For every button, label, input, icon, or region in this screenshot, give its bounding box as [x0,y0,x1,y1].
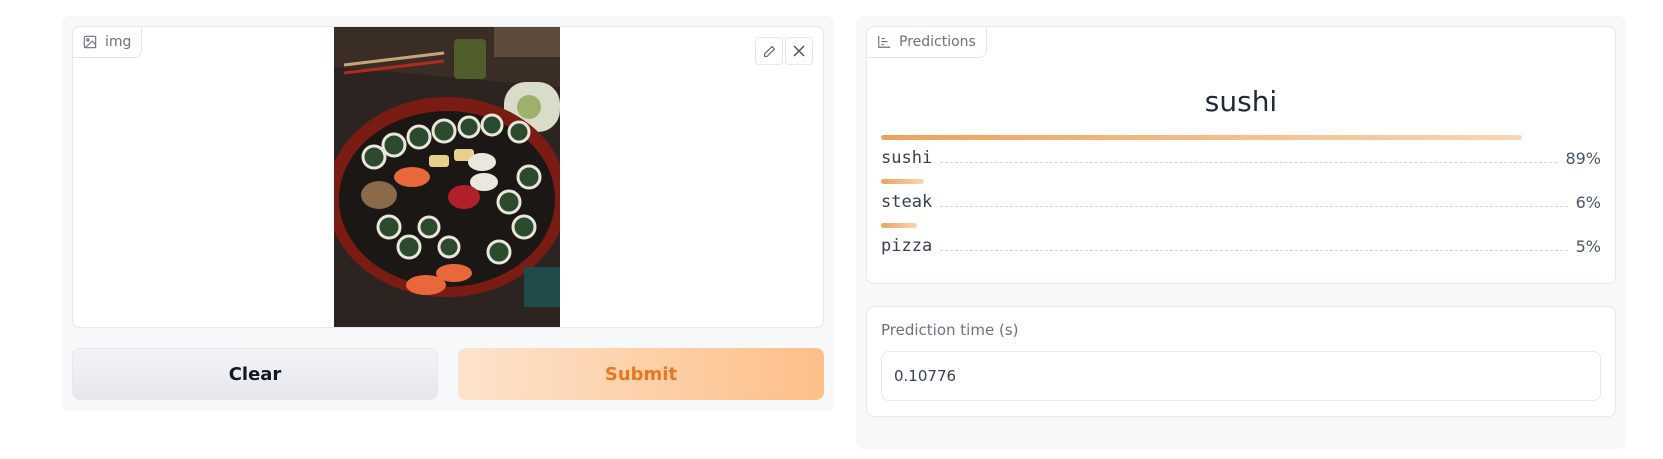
submit-button[interactable]: Submit [458,348,824,400]
confidence-percent: 6% [1575,193,1601,212]
clear-button[interactable]: Clear [72,348,438,400]
confidence-label: sushi [881,148,933,168]
image-input[interactable]: img [72,26,824,328]
predictions-card: Predictions sushi sushi 89% steak 6% piz… [866,26,1616,284]
top-prediction: sushi [1204,85,1278,118]
confidence-label: steak [881,192,933,212]
bar-chart-icon [878,35,891,48]
confidence-label: pizza [881,236,933,256]
predictions-tag: Predictions [866,26,987,58]
close-button[interactable] [785,37,813,65]
confidence-bar [881,135,1522,140]
confidence-item[interactable]: steak 6% [881,179,1601,212]
uploaded-image [334,27,560,327]
prediction-time-field[interactable]: 0.10776 [881,351,1601,401]
confidence-percent: 5% [1575,237,1601,256]
image-input-label: img [105,34,132,50]
confidence-item[interactable]: sushi 89% [881,135,1601,168]
prediction-time-card: Prediction time (s) 0.10776 [866,306,1616,417]
confidence-bar [881,179,925,184]
output-panel: Predictions sushi sushi 89% steak 6% piz… [856,16,1626,449]
image-icon [83,35,97,49]
prediction-time-label: Prediction time (s) [881,321,1019,339]
confidence-percent: 89% [1565,149,1601,168]
pencil-icon [763,45,775,57]
confidence-item[interactable]: pizza 5% [881,223,1601,256]
input-panel: img Clear Submit [62,16,834,411]
confidence-bar [881,223,917,228]
close-icon [793,45,805,57]
image-input-tag: img [73,27,143,58]
predictions-label: Predictions [899,34,976,50]
edit-button[interactable] [755,37,783,65]
